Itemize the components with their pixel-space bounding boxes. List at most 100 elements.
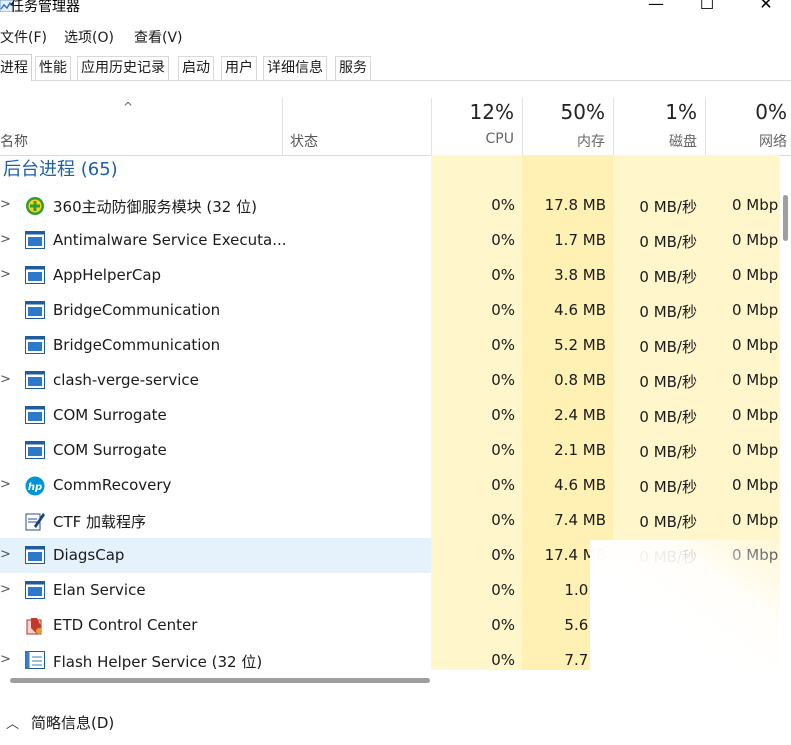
maximize-button[interactable]: ☐ (684, 0, 730, 16)
process-name: AppHelperCap (53, 266, 162, 284)
fewer-details-button[interactable]: 简略信息(D) (31, 712, 114, 733)
tab-performance[interactable]: 性能 (35, 56, 71, 80)
app-window-icon (25, 336, 45, 354)
process-name: BridgeCommunication (53, 336, 221, 354)
process-memory: 1.0 M (564, 581, 606, 599)
process-memory: 2.1 MB (554, 441, 606, 459)
horizontal-scrollbar-thumb[interactable] (10, 678, 430, 683)
etd-hand-icon (25, 616, 45, 635)
column-separator[interactable] (282, 98, 283, 155)
process-disk: 0 MB/秒 (639, 198, 697, 216)
process-cpu: 0% (491, 616, 515, 634)
app-window-icon (25, 301, 45, 319)
process-row[interactable]: COM Surrogate 0% 2.1 MB 0 MB/秒 0 Mbp (0, 433, 791, 468)
process-cpu: 0% (491, 546, 515, 564)
process-list: 后台进程 (65) >360主动防御服务模块 (32 位) 0% 17.8 MB 0 … (0, 155, 791, 670)
expand-chevron-icon[interactable]: > (0, 197, 11, 212)
expand-chevron-icon[interactable]: > (0, 232, 11, 247)
process-cpu: 0% (491, 476, 515, 494)
menu-file[interactable]: 文件(F) (0, 27, 47, 47)
expand-chevron-icon[interactable]: > (0, 652, 11, 667)
close-button[interactable]: ✕ (743, 0, 789, 16)
process-disk: 0 MB/秒 (639, 233, 697, 251)
column-disk-header[interactable]: 磁盘 (613, 131, 697, 151)
process-network: 0 Mbp (732, 441, 779, 459)
process-row[interactable]: > Elan Service 0% 1.0 M (0, 573, 791, 608)
process-row[interactable]: > DiagsCap 0% 17.4 MB 0 MB/秒 0 Mbp (0, 538, 791, 573)
expand-chevron-icon[interactable]: > (0, 582, 11, 597)
process-name: COM Surrogate (53, 441, 167, 459)
minimize-button[interactable]: — (633, 0, 679, 16)
process-network: 0 Mbp (732, 266, 779, 284)
column-network-header[interactable]: 网络 (705, 131, 787, 151)
process-memory: 4.6 MB (554, 476, 606, 494)
tab-services[interactable]: 服务 (335, 56, 371, 80)
disk-total-percent[interactable]: 1% (613, 100, 697, 124)
vertical-scrollbar-thumb[interactable] (783, 195, 788, 241)
process-cpu: 0% (491, 231, 515, 249)
process-network: 0 Mbp (732, 196, 779, 214)
expand-chevron-icon[interactable]: > (0, 477, 11, 492)
process-row[interactable]: COM Surrogate 0% 2.4 MB 0 MB/秒 0 Mbp (0, 398, 791, 433)
process-cpu: 0% (491, 371, 515, 389)
process-row[interactable]: > clash-verge-service 0% 0.8 MB 0 MB/秒 0 Mbp (0, 363, 791, 398)
cpu-total-percent[interactable]: 12% (431, 100, 514, 124)
tab-details[interactable]: 详细信息 (263, 56, 327, 80)
process-row[interactable]: > Flash Helper Service (32 位) 0% 7.7 M (0, 643, 791, 670)
network-total-percent[interactable]: 0% (705, 100, 787, 124)
process-memory: 7.4 MB (554, 511, 606, 529)
process-cpu: 0% (491, 336, 515, 354)
process-row[interactable]: CTF 加载程序 0% 7.4 MB 0 MB/秒 0 Mbp (0, 503, 791, 538)
menu-view[interactable]: 查看(V) (134, 27, 183, 47)
tab-startup[interactable]: 启动 (178, 56, 214, 80)
process-row[interactable]: BridgeCommunication 0% 5.2 MB 0 MB/秒 0 Mbp (0, 328, 791, 363)
process-row[interactable]: > AppHelperCap 0% 3.8 MB 0 MB/秒 0 Mbp (0, 258, 791, 293)
app-window-icon (25, 231, 45, 249)
process-network: 0 Mbp (732, 371, 779, 389)
column-cpu-header[interactable]: CPU (431, 131, 514, 147)
process-disk: 0 MB/秒 (639, 548, 697, 566)
process-name: Elan Service (53, 581, 146, 599)
process-row[interactable]: BridgeCommunication 0% 4.6 MB 0 MB/秒 0 Mbp (0, 293, 791, 328)
expand-chevron-icon[interactable]: > (0, 372, 11, 387)
process-cpu: 0% (491, 301, 515, 319)
process-name: COM Surrogate (53, 406, 167, 424)
process-memory: 7.7 M (564, 651, 606, 669)
process-name: clash-verge-service (53, 371, 199, 389)
process-disk: 0 MB/秒 (639, 478, 697, 496)
tab-app-history[interactable]: 应用历史记录 (77, 56, 169, 80)
horizontal-scrollbar[interactable] (0, 672, 791, 688)
process-row[interactable]: >360主动防御服务模块 (32 位) 0% 17.8 MB 0 MB/秒 0 Mbp (0, 188, 791, 223)
360-shield-icon (25, 196, 45, 215)
tab-users[interactable]: 用户 (221, 56, 257, 80)
sort-indicator-icon: ^ (123, 100, 134, 114)
process-cpu: 0% (491, 266, 515, 284)
expand-chevron-icon[interactable]: > (0, 547, 11, 562)
process-name: DiagsCap (53, 546, 125, 564)
vertical-scrollbar[interactable] (779, 155, 791, 670)
process-name: Antimalware Service Executa... (53, 231, 287, 249)
column-memory-header[interactable]: 内存 (522, 131, 605, 151)
process-name: CTF 加载程序 (53, 513, 147, 531)
process-memory: 5.6 M (564, 616, 606, 634)
process-row[interactable]: > Antimalware Service Executa... 0% 1.7 MB 0… (0, 223, 791, 258)
process-memory: 4.6 MB (554, 301, 606, 319)
process-row[interactable]: ETD Control Center 0% 5.6 M (0, 608, 791, 643)
menu-options[interactable]: 选项(O) (64, 27, 114, 47)
process-row[interactable]: > hp CommRecovery 0% 4.6 MB 0 MB/秒 0 Mbp (0, 468, 791, 503)
app-window-icon (25, 441, 45, 459)
app-window-icon (25, 406, 45, 424)
chevron-up-icon[interactable]: ︿ (6, 713, 19, 732)
column-status-header[interactable]: 状态 (290, 131, 318, 151)
tab-processes[interactable]: 进程 (0, 54, 32, 81)
column-name-header[interactable]: 名称 (0, 131, 28, 151)
process-cpu: 0% (491, 511, 515, 529)
process-cpu: 0% (491, 581, 515, 599)
expand-chevron-icon[interactable]: > (0, 267, 11, 282)
memory-total-percent[interactable]: 50% (522, 100, 605, 124)
flash-helper-icon (25, 651, 45, 669)
app-window-icon (25, 581, 45, 599)
tab-strip: 进程 性能 应用历史记录 启动 用户 详细信息 服务 (0, 54, 791, 81)
process-memory: 2.4 MB (554, 406, 606, 424)
process-name: 360主动防御服务模块 (32 位) (53, 198, 257, 216)
